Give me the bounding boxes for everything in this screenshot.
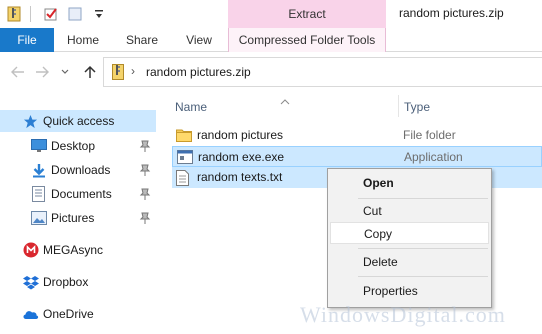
dropbox-icon: [22, 274, 39, 290]
column-divider[interactable]: [398, 95, 399, 117]
menu-item-label: Copy: [364, 227, 393, 241]
desktop-icon: [30, 138, 47, 154]
back-arrow-icon[interactable]: [10, 64, 26, 80]
nav-item-megasync[interactable]: MEGAsync: [0, 239, 156, 261]
file-name: random pictures: [197, 128, 284, 142]
tab-home[interactable]: Home: [54, 28, 112, 52]
pin-icon[interactable]: [139, 187, 151, 201]
menu-item-properties[interactable]: Properties: [330, 280, 489, 302]
nav-item-quick-access[interactable]: Quick access: [0, 110, 156, 132]
nav-item-dropbox[interactable]: Dropbox: [0, 271, 156, 293]
window-title: random pictures.zip: [399, 6, 504, 20]
customize-toolbar-icon[interactable]: [89, 4, 109, 24]
tab-file[interactable]: File: [0, 28, 54, 52]
file-name: random exe.exe: [198, 150, 285, 164]
sort-ascending-icon: [280, 94, 290, 108]
nav-item-downloads[interactable]: Downloads: [0, 159, 156, 181]
address-bar[interactable]: › random pictures.zip: [103, 57, 542, 87]
menu-item-copy[interactable]: Copy: [330, 222, 489, 244]
quick-access-toolbar: [0, 0, 109, 28]
menu-item-open[interactable]: Open: [330, 172, 489, 194]
nav-item-label: OneDrive: [43, 307, 94, 321]
navigation-pane: Quick access Desktop Downloads Documents: [0, 91, 156, 334]
nav-item-onedrive[interactable]: OneDrive: [0, 303, 156, 325]
nav-item-pictures[interactable]: Pictures: [0, 207, 156, 229]
zip-folder-icon: [112, 64, 124, 83]
nav-item-label: Documents: [51, 187, 112, 201]
nav-item-label: Downloads: [51, 163, 111, 177]
menu-divider: [358, 248, 488, 249]
menu-item-label: Open: [363, 176, 394, 190]
nav-item-documents[interactable]: Documents: [0, 183, 156, 205]
up-arrow-icon[interactable]: [82, 64, 98, 80]
column-header-name[interactable]: Name: [175, 100, 207, 114]
nav-item-label: Dropbox: [43, 275, 89, 289]
menu-item-delete[interactable]: Delete: [330, 251, 489, 273]
nav-item-desktop[interactable]: Desktop: [0, 135, 156, 157]
menu-item-label: Cut: [363, 204, 382, 218]
mega-icon: [22, 242, 39, 258]
nav-item-label: MEGAsync: [43, 243, 104, 257]
menu-item-label: Delete: [363, 255, 398, 269]
context-tab-group-title: Extract: [228, 0, 386, 28]
tab-share[interactable]: Share: [112, 28, 172, 52]
download-icon: [30, 162, 47, 178]
forward-arrow-icon[interactable]: [34, 64, 50, 80]
context-menu: Open Cut Copy Delete Properties: [327, 168, 492, 308]
breadcrumb-path[interactable]: random pictures.zip: [146, 65, 251, 79]
menu-divider: [358, 198, 488, 199]
file-type: File folder: [403, 128, 456, 142]
new-folder-icon[interactable]: [65, 4, 85, 24]
pin-icon[interactable]: [139, 163, 151, 177]
table-row[interactable]: random pictures File folder: [172, 125, 542, 146]
table-row[interactable]: random exe.exe Application: [172, 146, 542, 167]
pictures-icon: [30, 210, 47, 226]
file-name: random texts.txt: [197, 170, 283, 184]
text-file-icon: [176, 170, 192, 186]
tab-view[interactable]: View: [172, 28, 226, 52]
pin-icon[interactable]: [139, 139, 151, 153]
folder-icon: [176, 128, 192, 143]
documents-icon: [30, 186, 47, 202]
application-icon: [177, 150, 193, 165]
recent-locations-chevron-icon[interactable]: [57, 64, 73, 80]
cloud-icon: [22, 306, 39, 322]
tab-compressed-folder-tools[interactable]: Compressed Folder Tools: [228, 28, 386, 52]
properties-check-icon[interactable]: [41, 4, 61, 24]
nav-item-label: Quick access: [43, 114, 115, 128]
column-header-type[interactable]: Type: [404, 100, 430, 114]
ribbon-tabs: File Home Share View Compressed Folder T…: [0, 28, 542, 52]
nav-item-label: Desktop: [51, 139, 96, 153]
title-bar: Extract random pictures.zip: [0, 0, 542, 28]
menu-item-label: Properties: [363, 284, 418, 298]
watermark: WindowsDigital.com: [300, 302, 506, 327]
breadcrumb-chevron-icon[interactable]: ›: [131, 64, 135, 78]
zip-folder-icon: [4, 4, 24, 24]
menu-item-cut[interactable]: Cut: [330, 200, 489, 222]
star-icon: [22, 113, 39, 129]
toolbar-divider: [30, 6, 31, 22]
menu-divider: [358, 276, 488, 277]
pin-icon[interactable]: [139, 211, 151, 225]
nav-item-label: Pictures: [51, 211, 95, 225]
file-type: Application: [404, 150, 463, 164]
